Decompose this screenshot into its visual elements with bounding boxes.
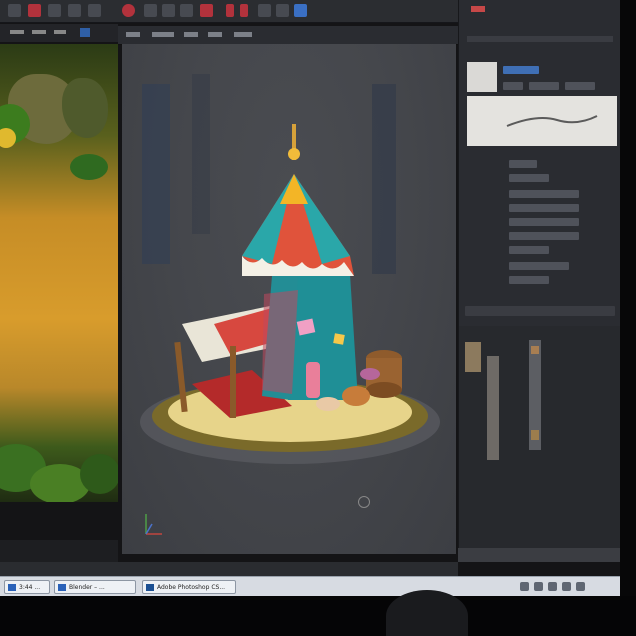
left-panel-menu [0,24,118,42]
tray-icon[interactable] [548,582,557,591]
toolbar-icon[interactable] [294,4,307,17]
status-bar [0,562,458,576]
toolbar-icon[interactable] [276,4,289,17]
panel-button[interactable] [503,82,523,90]
property-field[interactable] [509,218,579,226]
layers-list [459,326,621,556]
texture-name-field[interactable] [503,66,539,74]
folder-icon [8,584,16,591]
tray-icon[interactable] [520,582,529,591]
layers-toolbar [465,306,615,316]
game-scene-view[interactable] [0,44,118,502]
toolbar-icon[interactable] [180,4,193,17]
panel-button[interactable] [529,82,559,90]
photoshop-icon [146,584,154,591]
record-icon[interactable] [28,4,41,17]
properties-panel [458,0,621,560]
tray-icon[interactable] [534,582,543,591]
taskbar-item-label: Blender – ... [69,584,105,591]
3d-viewport[interactable] [122,44,456,554]
snap-icon[interactable] [200,4,213,17]
toolbar-icon[interactable] [68,4,81,17]
layer-thumbnail[interactable] [465,342,481,372]
magnet-icon[interactable] [122,4,135,17]
curve-preview[interactable] [467,96,617,146]
tray-icon[interactable] [576,582,585,591]
layer-scroll[interactable] [487,356,499,460]
toolbar-icon[interactable] [48,4,61,17]
toolbar-icon[interactable] [8,4,21,17]
taskbar-item[interactable]: 3:44 ... [4,580,50,594]
panel-title-marker [471,6,485,12]
light-gizmo-icon[interactable] [358,496,370,508]
os-taskbar: 3:44 ... Blender – ... Adobe Photoshop C… [0,576,620,597]
panel-button[interactable] [565,82,595,90]
tray-icon[interactable] [562,582,571,591]
property-field[interactable] [509,190,579,198]
app-window-icon [58,584,66,591]
tent-model [140,74,440,535]
monitor-bezel [0,596,636,636]
taskbar-item-label: 3:44 ... [19,584,41,591]
curve-stroke [506,115,598,127]
toolbar-icon[interactable] [226,4,234,17]
property-field[interactable] [509,232,579,240]
property-field[interactable] [509,204,579,212]
taskbar-item-label: Adobe Photoshop CS... [157,584,226,591]
property-field[interactable] [509,246,549,254]
layer-thumbnail[interactable] [531,346,539,354]
panel-header-row [467,36,613,42]
taskbar-item[interactable]: Adobe Photoshop CS... [142,580,236,594]
property-field[interactable] [509,160,537,168]
property-field[interactable] [509,174,549,182]
panel-bottom-strip [458,548,620,562]
taskbar-item[interactable]: Blender – ... [54,580,136,594]
mouse-object [386,590,468,636]
monitor-bezel [620,0,636,636]
viewport-menu-bar [118,26,460,45]
property-field[interactable] [509,262,569,270]
toolbar-icon[interactable] [240,4,248,17]
texture-swatch[interactable] [467,62,497,92]
layer-thumbnail[interactable] [531,430,539,440]
toolbar-icon[interactable] [88,4,101,17]
monitor-screen: 3:44 ... Blender – ... Adobe Photoshop C… [0,0,636,636]
toolbar-icon[interactable] [144,4,157,17]
toolbar-icon[interactable] [162,4,175,17]
toolbar-icon[interactable] [258,4,271,17]
property-field[interactable] [509,276,549,284]
